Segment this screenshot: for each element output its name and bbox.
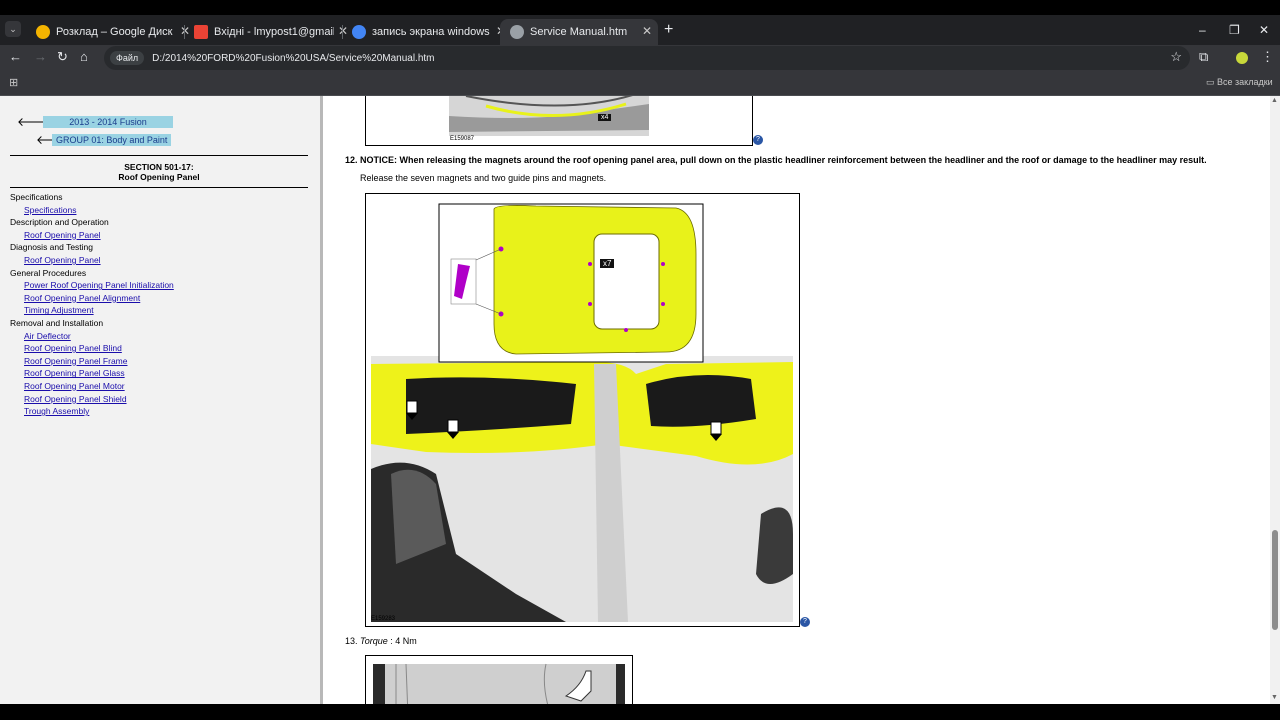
torque-label: Torque <box>360 636 388 646</box>
toc-group: Diagnosis and Testing <box>10 242 94 253</box>
browser-toolbar: ← → ↻ ⌂ Файл D:/2014%20FORD%20Fusion%20U… <box>0 45 1280 71</box>
toc-link[interactable]: Roof Opening Panel Blind <box>10 342 310 355</box>
screen-bottom-edge <box>0 704 1280 720</box>
toc-link[interactable]: Timing Adjustment <box>10 304 310 317</box>
url-text[interactable]: D:/2014%20FORD%20Fusion%20USA/Service%20… <box>152 53 434 64</box>
manual-content-pane: x4 E159087 ? 12. NOTICE: When releasing … <box>323 96 1270 704</box>
toc-group: Specifications <box>10 192 63 202</box>
figure-step-13 <box>365 655 633 704</box>
figure-e159087: x4 E159087 <box>365 96 753 146</box>
google-icon <box>352 25 366 39</box>
tab-title: Service Manual.htm <box>530 26 628 38</box>
tab-service-manual[interactable]: Service Manual.htm ✕ <box>500 19 658 45</box>
toc-link[interactable]: Power Roof Opening Panel Initialization <box>10 279 310 292</box>
toc-link[interactable]: Roof Opening Panel Motor <box>10 380 310 393</box>
toc-link[interactable]: Roof Opening Panel Shield <box>10 393 310 406</box>
help-icon[interactable]: ? <box>753 135 763 145</box>
back-arrow-icon[interactable]: 🡐 <box>36 132 68 147</box>
quantity-callout: x4 <box>598 114 612 121</box>
help-icon[interactable]: ? <box>800 617 810 627</box>
back-icon[interactable]: ← <box>9 49 22 64</box>
table-of-contents: Specifications Specifications Descriptio… <box>10 191 310 418</box>
toc-link[interactable]: Specifications <box>10 204 310 217</box>
step-12-text: Release the seven magnets and two guide … <box>360 173 607 183</box>
scroll-up-icon[interactable]: ▲ <box>1271 97 1278 104</box>
toc-link[interactable]: Roof Opening Panel <box>10 254 310 267</box>
restore-icon[interactable]: ❐ <box>1229 23 1240 37</box>
scroll-thumb[interactable] <box>1272 530 1278 630</box>
toc-group: Description and Operation <box>10 217 109 228</box>
profile-avatar[interactable] <box>1236 52 1248 64</box>
bookmarks-bar: ⊞ ▭ Все закладки <box>0 71 1280 96</box>
minimize-icon[interactable]: – <box>1199 23 1206 37</box>
tab-google-search[interactable]: запись экрана windows 11 - По ✕ <box>342 19 512 45</box>
manual-navigation-pane: 🡐 2013 - 2014 Fusion 🡐 GROUP 01: Body an… <box>0 96 320 704</box>
menu-icon[interactable]: ⋮ <box>1261 49 1274 65</box>
address-bar[interactable]: Файл D:/2014%20FORD%20Fusion%20USA/Servi… <box>104 46 1190 70</box>
nav-group-link[interactable]: GROUP 01: Body and Paint <box>52 133 172 146</box>
all-bookmarks-label: Все закладки <box>1217 77 1273 87</box>
tab-google-drive[interactable]: Розклад – Google Диск ✕ <box>26 19 196 45</box>
nav-model-link[interactable]: 2013 - 2014 Fusion <box>43 115 173 128</box>
step-12-notice: 12. NOTICE: When releasing the magnets a… <box>345 155 1245 165</box>
window-close-icon[interactable]: ✕ <box>1259 23 1269 37</box>
drive-icon <box>36 25 50 39</box>
figure-id: E159283 <box>371 616 396 622</box>
tab-search-icon[interactable]: ⌄ <box>5 21 21 37</box>
torque-value: : 4 Nm <box>387 636 417 646</box>
tab-title: запись экрана windows 11 - По <box>372 26 492 38</box>
tab-gmail[interactable]: Вхідні - lmypost1@gmail.com ✕ <box>184 19 354 45</box>
globe-icon <box>510 25 524 39</box>
section-number: SECTION 501-17: <box>124 162 194 172</box>
gmail-icon <box>194 25 208 39</box>
close-icon[interactable]: ✕ <box>642 24 652 38</box>
screen-top-edge <box>0 0 1280 15</box>
scroll-down-icon[interactable]: ▼ <box>1271 694 1278 701</box>
toc-link[interactable]: Trough Assembly <box>10 405 310 418</box>
bookmark-star-icon[interactable]: ☆ <box>1170 49 1182 65</box>
all-bookmarks[interactable]: ▭ Все закладки <box>1206 77 1273 88</box>
toc-link[interactable]: Roof Opening Panel Alignment <box>10 292 310 305</box>
notice-text: NOTICE: When releasing the magnets aroun… <box>360 155 1207 165</box>
tab-title: Вхідні - lmypost1@gmail.com <box>214 26 334 38</box>
nav-model-row: 🡐 2013 - 2014 Fusion <box>17 114 173 129</box>
step-number: 13. <box>345 636 358 646</box>
toc-link[interactable]: Roof Opening Panel Frame <box>10 355 310 368</box>
toc-link[interactable]: Roof Opening Panel Glass <box>10 367 310 380</box>
reload-icon[interactable]: ↻ <box>57 49 68 65</box>
step-13-torque: 13. Torque : 4 Nm <box>345 636 417 646</box>
tab-strip: ⌄ Розклад – Google Диск ✕ Вхідні - lmypo… <box>0 15 1280 45</box>
extensions-icon[interactable]: ⧉ <box>1199 49 1208 65</box>
toc-group: Removal and Installation <box>10 317 104 328</box>
forward-icon[interactable]: → <box>34 49 47 64</box>
nav-group-row: 🡐 GROUP 01: Body and Paint <box>36 132 172 147</box>
section-heading: SECTION 501-17: Roof Opening Panel <box>10 155 308 188</box>
toc-group: General Procedures <box>10 267 87 278</box>
figure-e159283: x7 E159283 <box>365 193 800 627</box>
home-icon[interactable]: ⌂ <box>80 49 88 64</box>
torque-illustration <box>373 663 625 704</box>
tab-title: Розклад – Google Диск <box>56 26 173 38</box>
content-scrollbar[interactable]: ▲ ▼ <box>1270 96 1280 704</box>
quantity-callout: x7 <box>600 259 615 268</box>
figure-id: E159087 <box>450 136 475 142</box>
apps-grid-icon[interactable]: ⊞ <box>9 76 18 89</box>
toc-link[interactable]: Air Deflector <box>10 330 310 343</box>
roof-rail-illustration <box>449 96 649 136</box>
new-tab-button[interactable]: + <box>664 21 673 39</box>
toc-link[interactable]: Roof Opening Panel <box>10 229 310 242</box>
back-arrow-icon[interactable]: 🡐 <box>17 114 49 129</box>
section-title: Roof Opening Panel <box>118 172 200 182</box>
step-number: 12. <box>345 155 358 165</box>
file-scheme-chip[interactable]: Файл <box>110 51 145 65</box>
headliner-magnets-illustration <box>371 203 793 622</box>
